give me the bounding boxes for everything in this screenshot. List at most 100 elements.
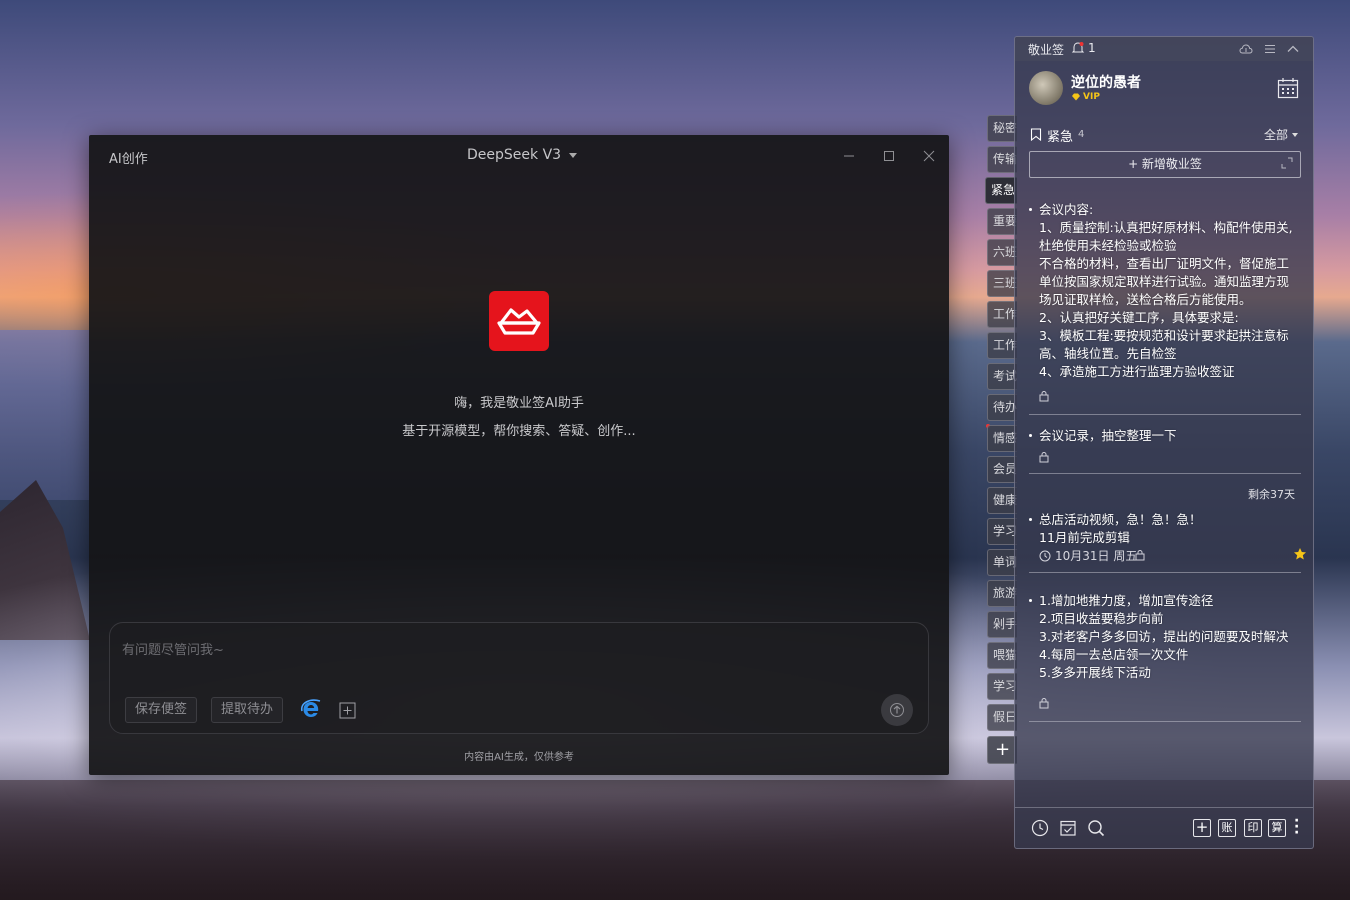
send-button[interactable]	[881, 694, 913, 726]
category-tab[interactable]: 重要	[987, 208, 1017, 235]
new-note-button[interactable]: + 新增敬业签	[1029, 151, 1301, 178]
chat-input-area: 保存便签 提取待办	[109, 622, 929, 734]
extract-todo-button[interactable]: 提取待办	[211, 697, 284, 723]
bookmark-icon	[1030, 128, 1042, 141]
note-bullet	[1029, 208, 1032, 211]
note-bullet	[1029, 518, 1032, 521]
clock-icon	[1039, 550, 1051, 561]
note-text: 会议记录，抽空整理一下	[1039, 428, 1177, 443]
avatar[interactable]	[1029, 71, 1063, 105]
minimize-icon	[844, 155, 854, 157]
category-tab[interactable]: 三班	[987, 270, 1017, 297]
add-note-button[interactable]: +	[1193, 819, 1211, 837]
chevron-down-icon	[1292, 132, 1299, 137]
note-reminder: 10月31日 周五	[1039, 547, 1137, 564]
notes-app-name: 敬业签	[1028, 43, 1065, 57]
add-category-button[interactable]: +	[987, 736, 1017, 764]
filter-label: 全部	[1264, 128, 1289, 142]
clock-icon[interactable]	[1031, 819, 1049, 837]
note-item[interactable]: 总店活动视频，急！急！急！ 11月前完成剪辑 10月31日 周五	[1029, 511, 1306, 573]
category-tab[interactable]: 六班	[987, 239, 1017, 266]
print-button[interactable]: 印	[1244, 819, 1262, 837]
diamond-icon	[1072, 93, 1080, 101]
cloud-sync-icon[interactable]	[1239, 42, 1253, 56]
browser-e-icon[interactable]	[300, 698, 322, 720]
close-icon	[923, 150, 935, 162]
more-options-icon[interactable]: · · ·	[1294, 814, 1300, 840]
arrow-up-icon	[890, 703, 904, 717]
category-tab[interactable]: 学习	[987, 673, 1017, 700]
current-category: 紧急	[1047, 130, 1074, 145]
category-tab[interactable]: 考试	[987, 363, 1017, 390]
minimize-button[interactable]	[839, 146, 859, 166]
note-bullet	[1029, 434, 1032, 437]
note-text: 1.增加地推力度，增加宣传途径 2.项目收益要稳步向前 3.对老客户多多回访，提…	[1039, 593, 1289, 680]
account-button[interactable]: 账	[1218, 819, 1236, 837]
category-tab[interactable]: 工作	[987, 301, 1017, 328]
note-item[interactable]: 会议内容: 1、质量控制:认真把好原材料、构配件使用关,杜绝使用未经检验或检验 …	[1029, 201, 1301, 415]
star-icon[interactable]	[1293, 547, 1307, 561]
checklist-icon[interactable]	[1059, 819, 1077, 837]
calculator-button[interactable]: 算	[1268, 819, 1286, 837]
save-note-button[interactable]: 保存便签	[125, 697, 198, 723]
boat-logo-icon	[497, 308, 541, 335]
note-item[interactable]: 会议记录，抽空整理一下	[1029, 427, 1301, 474]
chevron-down-icon	[569, 152, 578, 158]
bell-icon[interactable]	[1071, 41, 1085, 55]
lock-icon	[1039, 451, 1049, 463]
notes-header: 敬业签 1	[1015, 37, 1313, 61]
note-text: 总店活动视频，急！急！急！ 11月前完成剪辑	[1039, 512, 1202, 545]
vip-badge: VIP	[1071, 92, 1100, 102]
ai-window-title: AI创作	[109, 152, 148, 167]
category-tab[interactable]: 剁手	[987, 611, 1017, 638]
vip-label: VIP	[1083, 92, 1100, 102]
chat-input[interactable]	[122, 639, 822, 661]
note-text: 会议内容: 1、质量控制:认真把好原材料、构配件使用关,杜绝使用未经检验或检验 …	[1039, 202, 1293, 379]
lock-icon	[1039, 390, 1049, 402]
greeting-title: 嗨，我是敬业签AI助手	[454, 396, 584, 411]
ai-disclaimer: 内容由AI生成，仅供参考	[464, 752, 574, 763]
user-name: 逆位的愚者	[1071, 75, 1141, 91]
greeting-subtitle: 基于开源模型，帮你搜索、答疑、创作...	[402, 424, 636, 439]
remaining-days: 剩余37天	[1248, 488, 1295, 501]
category-tab[interactable]: 单词	[987, 549, 1017, 576]
calendar-icon[interactable]	[1277, 77, 1299, 99]
category-note-count: 4	[1078, 129, 1085, 140]
category-tab[interactable]: 学习	[987, 518, 1017, 545]
category-tab[interactable]: 旅游	[987, 580, 1017, 607]
maximize-icon	[884, 151, 894, 161]
category-tab[interactable]: 待办	[987, 394, 1017, 421]
close-button[interactable]	[919, 146, 939, 166]
filter-dropdown[interactable]: 全部	[1264, 126, 1299, 143]
add-box-icon[interactable]	[339, 702, 356, 719]
category-tab[interactable]: 情感	[987, 425, 1017, 452]
maximize-button[interactable]	[879, 146, 899, 166]
category-tab[interactable]: 健康	[987, 487, 1017, 514]
category-tab-active[interactable]: 紧急	[985, 177, 1017, 204]
category-tab[interactable]: 喂猫	[987, 642, 1017, 669]
app-logo	[489, 291, 549, 351]
category-tab[interactable]: 假日	[987, 704, 1017, 731]
expand-icon	[1281, 157, 1293, 169]
notification-count: 1	[1088, 41, 1096, 55]
ai-titlebar: AI创作 DeepSeek V3	[89, 135, 949, 177]
ai-creation-window: AI创作 DeepSeek V3 嗨，我是敬业签AI助手 基于开源模型，帮你搜索…	[89, 135, 949, 775]
lock-icon	[1039, 697, 1049, 709]
note-bullet	[1029, 599, 1032, 602]
search-icon[interactable]	[1087, 819, 1105, 837]
note-item[interactable]: 1.增加地推力度，增加宣传途径 2.项目收益要稳步向前 3.对老客户多多回访，提…	[1029, 592, 1301, 722]
chevron-up-icon[interactable]	[1286, 42, 1300, 56]
note-date: 10月31日 周五	[1055, 549, 1138, 563]
background-lake	[0, 330, 90, 500]
category-tab[interactable]: 秘密	[987, 115, 1017, 142]
model-selector[interactable]: DeepSeek V3	[467, 147, 578, 163]
category-tab[interactable]: 会员	[987, 456, 1017, 483]
lock-icon	[1135, 549, 1145, 561]
category-tab[interactable]: 传输	[987, 146, 1017, 173]
notes-footer: + 账 印 算 · · ·	[1015, 807, 1313, 848]
menu-icon[interactable]	[1263, 42, 1277, 56]
new-note-label: + 新增敬业签	[1128, 157, 1202, 171]
notes-panel: 敬业签 1 逆位的愚者 VIP 紧急 4 全部 + 新增敬业签 会议内容: 1、…	[1014, 36, 1314, 849]
category-tab[interactable]: 工作	[987, 332, 1017, 359]
model-name: DeepSeek V3	[467, 147, 562, 163]
